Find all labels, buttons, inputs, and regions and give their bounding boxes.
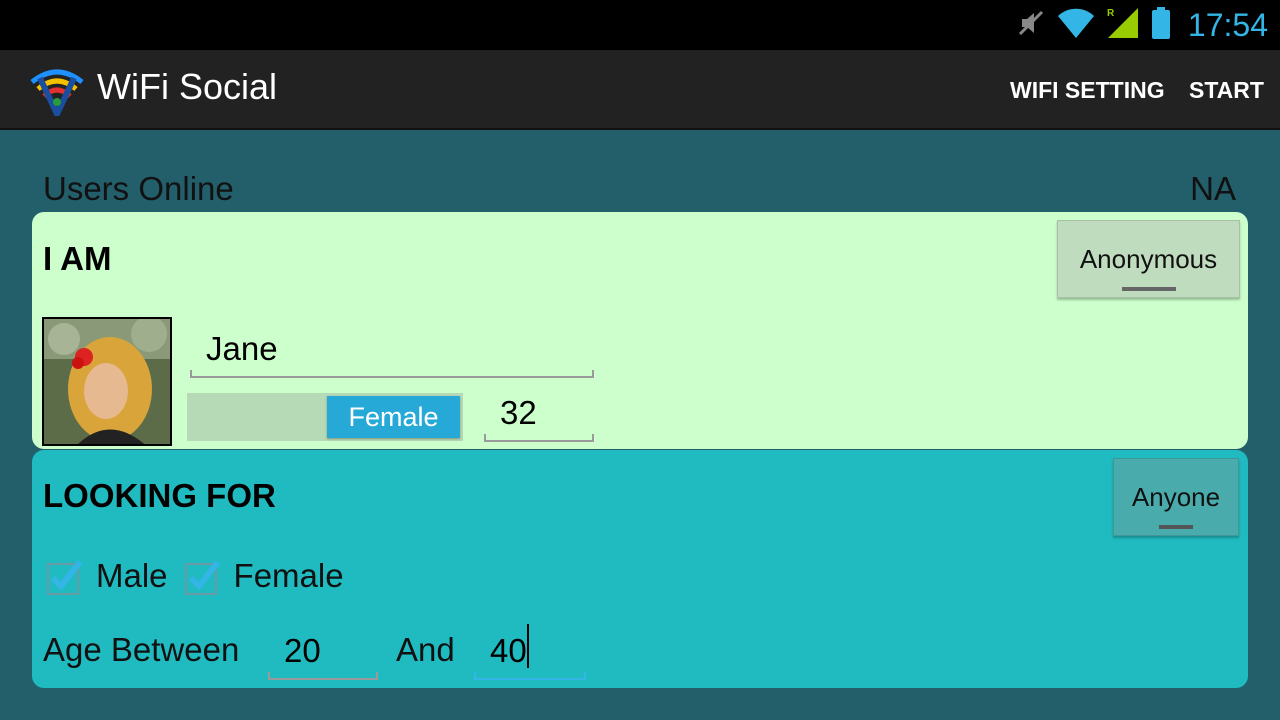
- age-value: 32: [500, 394, 537, 431]
- spinner-indicator: [1121, 287, 1176, 291]
- mute-icon: [1016, 8, 1046, 43]
- clock: 17:54: [1187, 6, 1268, 43]
- status-bar: R 17:54: [0, 0, 1280, 50]
- female-label: Female: [233, 557, 344, 594]
- identity-mode-spinner[interactable]: Anonymous: [1057, 220, 1240, 298]
- app-title: WiFi Social: [97, 66, 278, 107]
- gender-toggle[interactable]: Female: [187, 393, 463, 441]
- age-from-field[interactable]: 20: [268, 623, 378, 680]
- name-field[interactable]: Jane: [190, 325, 594, 378]
- i-am-title: I AM: [43, 240, 112, 277]
- users-online-value: NA: [1190, 170, 1236, 207]
- age-field[interactable]: 32: [484, 394, 594, 442]
- spinner-indicator: [1159, 525, 1193, 529]
- name-value: Jane: [206, 330, 278, 367]
- looking-for-mode-label: Anyone: [1131, 481, 1221, 512]
- battery-icon: [1150, 6, 1172, 45]
- i-am-header: I AM Anonymous: [32, 212, 1248, 307]
- gender-preference-row: Male Female: [46, 557, 360, 595]
- age-to-field[interactable]: 40: [474, 623, 586, 680]
- svg-text:R: R: [1107, 8, 1115, 19]
- start-button[interactable]: START: [1189, 77, 1264, 104]
- and-label: And: [396, 631, 455, 668]
- wifi-setting-button[interactable]: WIFI SETTING: [1010, 77, 1165, 104]
- looking-for-mode-spinner[interactable]: Anyone: [1113, 458, 1239, 536]
- profile-panel: Jane Female 32: [32, 307, 1248, 449]
- check-icon: [50, 560, 83, 591]
- wifi-signal-icon: [1056, 6, 1096, 45]
- wifi-social-logo-icon: [28, 64, 86, 122]
- gender-toggle-thumb: Female: [327, 396, 460, 438]
- looking-for-title: LOOKING FOR: [43, 477, 276, 514]
- looking-for-panel: Male Female Age Between 20 And 40: [32, 545, 1248, 688]
- action-bar: WiFi Social WIFI SETTING START: [0, 50, 1280, 130]
- users-online-label: Users Online: [43, 170, 234, 207]
- avatar[interactable]: [42, 317, 172, 446]
- age-to-value: 40: [490, 632, 527, 669]
- male-checkbox[interactable]: [46, 558, 83, 595]
- check-icon: [188, 560, 220, 591]
- female-checkbox[interactable]: [184, 558, 220, 595]
- status-icons: R 17:54: [1016, 0, 1268, 50]
- age-from-value: 20: [284, 632, 321, 669]
- cell-signal-icon: R: [1106, 6, 1140, 45]
- looking-for-header: LOOKING FOR Anyone: [32, 450, 1248, 545]
- identity-mode-label: Anonymous: [1079, 243, 1218, 274]
- age-between-label: Age Between: [43, 631, 240, 668]
- male-label: Male: [96, 557, 168, 594]
- text-cursor: [526, 624, 529, 668]
